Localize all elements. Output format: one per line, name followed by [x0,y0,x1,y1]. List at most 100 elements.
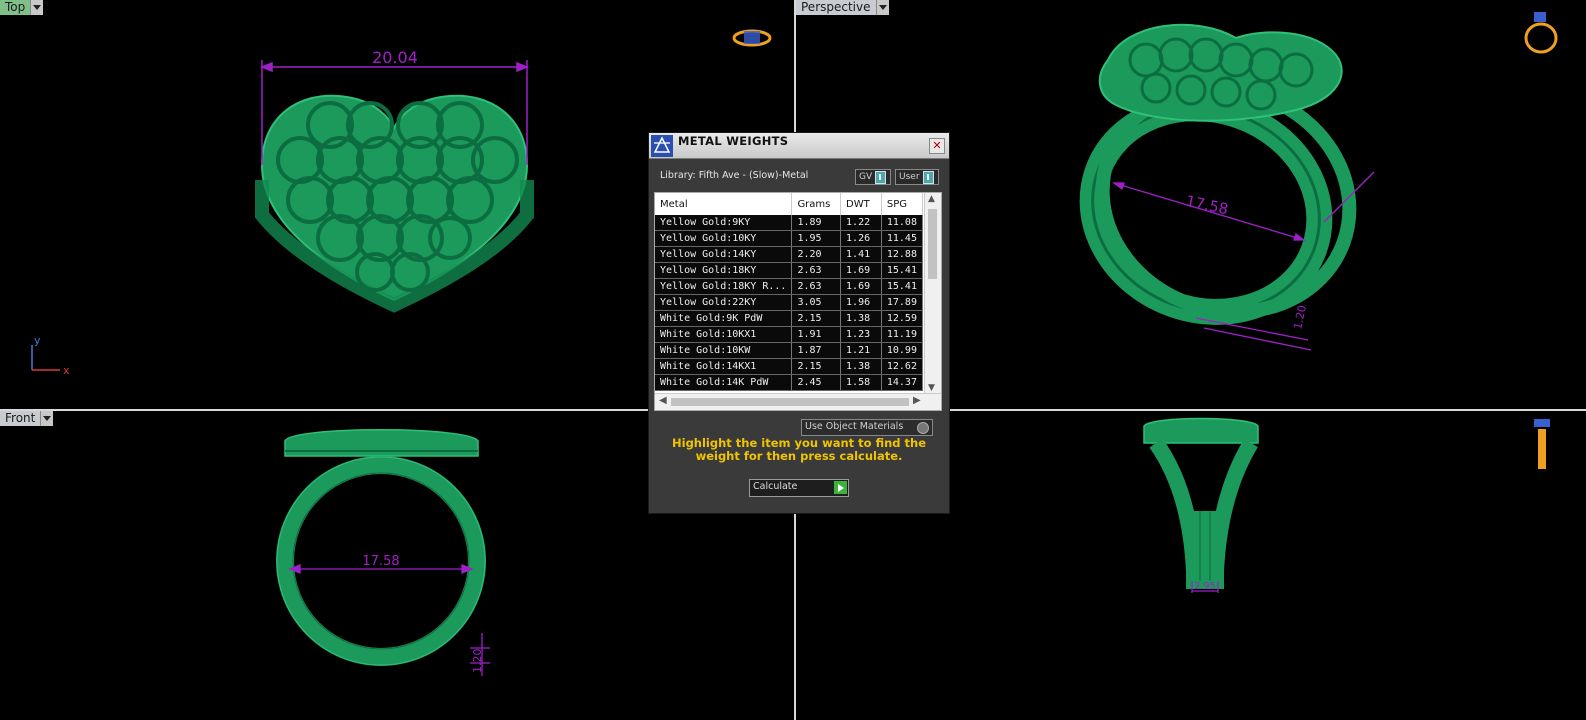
table-row[interactable]: Yellow Gold:22KY 3.05 1.96 17.89 [655,294,924,311]
table-row[interactable]: White Gold:14K PdW 2.45 1.58 14.37 [655,374,924,391]
toggle-indicator-icon [922,170,934,184]
viewport-label-perspective[interactable]: Perspective [796,0,889,15]
gv-toggle[interactable]: GV [855,169,891,185]
column-header-dwt[interactable]: DWT [840,193,882,215]
axis-y-label: y [34,334,41,347]
viewport-label-front[interactable]: Front [0,411,54,426]
view-pendant-icon [1534,419,1550,469]
table-cell: 11.19 [881,326,924,343]
vertical-scrollbar[interactable]: ▲ ▼ [924,193,941,394]
toggle-indicator-icon [875,170,887,184]
table-cell: 14.37 [881,374,924,391]
right-width-dimension: 2.95 [1194,581,1215,592]
table-row[interactable]: White Gold:10KW 1.87 1.21 10.99 [655,342,924,359]
play-icon[interactable] [834,481,847,494]
table-cell: 1.89 [791,215,842,231]
calculate-label: Calculate [753,481,798,492]
table-cell: Yellow Gold:9KY [655,215,793,231]
table-cell: 1.38 [840,358,882,375]
table-cell: 12.62 [881,358,924,375]
scroll-thumb[interactable] [928,209,937,279]
column-header-grams[interactable]: Grams [791,193,842,215]
table-cell: 2.45 [791,374,842,391]
horizontal-scrollbar[interactable]: ◀ ▶ [655,393,941,410]
table-cell: 2.20 [791,246,842,263]
chevron-down-icon[interactable] [40,411,54,426]
perspective-thickness-dimension: 1.20 [1291,304,1309,331]
viewport-name[interactable]: Front [0,411,41,426]
table-row[interactable]: Yellow Gold:9KY 1.89 1.22 11.08 [655,215,924,231]
table-cell: 1.91 [791,326,842,343]
table-header-row: Metal Grams DWT SPG [655,193,924,215]
dialog-titlebar[interactable]: METAL WEIGHTS ✕ [649,133,949,159]
table-cell: Yellow Gold:10KY [655,230,793,247]
viewport-name[interactable]: Perspective [796,0,876,15]
table-cell: 2.15 [791,358,842,375]
front-thickness-dimension: 1.20 [471,649,484,674]
chevron-down-icon[interactable] [875,0,889,15]
table-cell: 1.22 [840,215,882,231]
instruction-text: Highlight the item you want to find the … [672,436,926,463]
library-label: Library: Fifth Ave - (Slow)-Metal [660,170,809,181]
table-row[interactable]: White Gold:14KX1 2.15 1.38 12.62 [655,358,924,375]
table-cell: White Gold:14K PdW [655,374,793,391]
column-header-spg[interactable]: SPG [881,193,924,215]
table-cell: 1.95 [791,230,842,247]
scroll-up-icon[interactable]: ▲ [928,194,935,204]
table-cell: 1.87 [791,342,842,359]
table-cell: 12.59 [881,310,924,327]
table-cell: 2.63 [791,278,842,295]
table-cell: White Gold:9K PdW [655,310,793,327]
close-icon[interactable]: ✕ [929,138,945,154]
top-width-dimension: 20.04 [372,48,418,67]
user-toggle-label: User [899,172,920,182]
table-cell: 11.45 [881,230,924,247]
metal-table[interactable]: Metal Grams DWT SPG Yellow Gold:9KY 1.89 1… [654,192,942,411]
table-cell: 15.41 [881,278,924,295]
use-object-materials-toggle[interactable]: Use Object Materials [801,419,933,436]
table-cell: 1.69 [840,262,882,279]
table-row[interactable]: Yellow Gold:18KY 2.63 1.69 15.41 [655,262,924,279]
table-row[interactable]: White Gold:9K PdW 2.15 1.38 12.59 [655,310,924,327]
table-cell: 17.89 [881,294,924,311]
table-cell: 12.88 [881,246,924,263]
table-cell: 1.38 [840,310,882,327]
scroll-thumb[interactable] [671,398,909,406]
table-cell: 2.63 [791,262,842,279]
table-cell: 1.41 [840,246,882,263]
table-row[interactable]: Yellow Gold:14KY 2.20 1.41 12.88 [655,246,924,263]
table-cell: White Gold:10KW [655,342,793,359]
table-row[interactable]: White Gold:10KX1 1.91 1.23 11.19 [655,326,924,343]
axis-x-label: x [63,364,70,377]
table-cell: 15.41 [881,262,924,279]
scroll-right-icon[interactable]: ▶ [913,395,921,406]
table-cell: Yellow Gold:14KY [655,246,793,263]
viewport-label-top[interactable]: Top [0,0,44,15]
table-cell: 1.26 [840,230,882,247]
scroll-down-icon[interactable]: ▼ [928,383,935,393]
scroll-left-icon[interactable]: ◀ [659,395,667,406]
dialog-title: METAL WEIGHTS [678,134,789,148]
table-cell: 3.05 [791,294,842,311]
table-cell: 1.21 [840,342,882,359]
column-header-metal[interactable]: Metal [655,193,793,215]
calculate-button[interactable]: Calculate [749,479,849,497]
table-cell: 10.99 [881,342,924,359]
radio-icon[interactable] [917,422,929,434]
scale-logo-icon [651,135,673,157]
front-inner-dimension: 17.58 [362,554,399,569]
metal-table-grid[interactable]: Metal Grams DWT SPG Yellow Gold:9KY 1.89 1… [655,193,924,391]
table-row[interactable]: Yellow Gold:10KY 1.95 1.26 11.45 [655,230,924,247]
use-object-materials-label: Use Object Materials [805,421,904,432]
table-cell: 1.96 [840,294,882,311]
table-cell: 11.08 [881,215,924,231]
viewport-name[interactable]: Top [0,0,31,15]
table-cell: Yellow Gold:18KY R... [655,278,793,295]
gv-toggle-label: GV [859,172,873,182]
table-cell: White Gold:10KX1 [655,326,793,343]
table-cell: White Gold:14KX1 [655,358,793,375]
chevron-down-icon[interactable] [30,0,44,15]
table-row[interactable]: Yellow Gold:18KY R... 2.63 1.69 15.41 [655,278,924,295]
user-toggle[interactable]: User [895,169,939,185]
table-cell: 2.15 [791,310,842,327]
